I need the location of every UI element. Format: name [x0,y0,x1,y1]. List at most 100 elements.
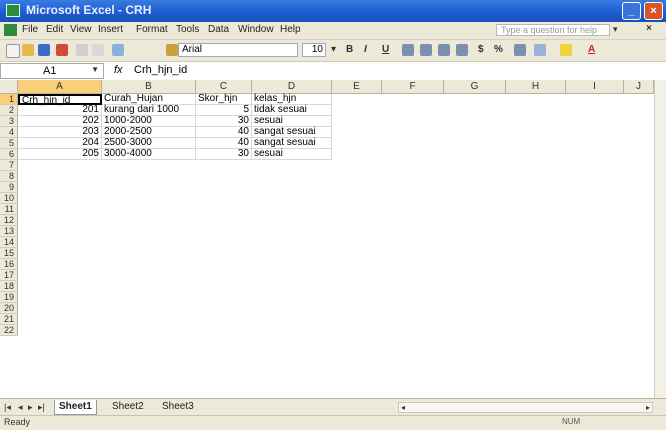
toolbar-options-icon[interactable] [166,44,178,56]
new-icon[interactable] [6,44,20,58]
bold-button[interactable]: B [346,44,353,55]
print-icon[interactable] [56,44,68,56]
fill-color-icon[interactable] [560,44,572,56]
horizontal-scrollbar[interactable]: ◂ ▸ [398,402,653,413]
spreadsheet-grid[interactable]: A B C D E F G H I J 1 2 3 4 5 6 7 8 9 10… [0,80,666,398]
menu-view[interactable]: View [70,24,92,35]
standard-toolbar: Arial 10 ▾ B I U $ % A [0,40,666,62]
column-header-i[interactable]: I [566,80,624,94]
undo-icon[interactable] [76,44,88,56]
menu-bar: File Edit View Insert Format Tools Data … [0,22,666,40]
row-header[interactable]: 16 [0,259,18,270]
row-header[interactable]: 3 [0,116,18,127]
column-header-j[interactable]: J [624,80,654,94]
row-header[interactable]: 12 [0,215,18,226]
column-header-h[interactable]: H [506,80,566,94]
excel-app-icon[interactable] [6,4,20,17]
document-close-icon[interactable]: × [646,23,652,34]
save-icon[interactable] [38,44,50,56]
row-header[interactable]: 2 [0,105,18,116]
vertical-scrollbar[interactable] [654,80,666,398]
cell-b6[interactable]: 3000-4000 [102,149,196,160]
row-header[interactable]: 22 [0,325,18,336]
row-header[interactable]: 19 [0,292,18,303]
menu-tools[interactable]: Tools [176,24,199,35]
first-sheet-icon[interactable]: |◂ [4,402,11,413]
column-header-a[interactable]: A [18,80,102,94]
row-header[interactable]: 14 [0,237,18,248]
redo-icon[interactable] [92,44,104,56]
row-header[interactable]: 10 [0,193,18,204]
column-header-d[interactable]: D [252,80,332,94]
column-header-b[interactable]: B [102,80,196,94]
menu-window[interactable]: Window [238,24,274,35]
row-header[interactable]: 8 [0,171,18,182]
prev-sheet-icon[interactable]: ◂ [18,402,23,413]
column-header-e[interactable]: E [332,80,382,94]
status-num-lock: NUM [562,417,581,426]
currency-button[interactable]: $ [478,44,484,55]
size-dropdown-icon[interactable]: ▾ [331,44,336,55]
row-header[interactable]: 4 [0,127,18,138]
status-bar: Ready NUM [0,415,666,430]
hyperlink-icon[interactable] [112,44,124,56]
last-sheet-icon[interactable]: ▸| [38,402,45,413]
row-header[interactable]: 1 [0,94,18,105]
document-icon[interactable] [4,24,17,36]
help-search-input[interactable]: Type a question for help [496,24,610,36]
borders-icon[interactable] [534,44,546,56]
row-header[interactable]: 7 [0,160,18,171]
underline-button[interactable]: U [382,44,389,55]
scroll-left-icon[interactable]: ◂ [401,403,405,412]
align-right-icon[interactable] [438,44,450,56]
percent-button[interactable]: % [494,44,503,55]
italic-button[interactable]: I [364,44,367,55]
menu-help[interactable]: Help [280,24,301,35]
cell-a6[interactable]: 205 [18,149,102,160]
align-center-icon[interactable] [420,44,432,56]
tab-sheet2[interactable]: Sheet2 [108,400,148,414]
insert-function-icon[interactable]: fx [114,64,123,76]
scroll-right-icon[interactable]: ▸ [646,403,650,412]
name-box-dropdown-icon[interactable]: ▼ [91,65,99,74]
close-button[interactable]: × [644,2,663,20]
select-all-corner[interactable] [0,80,18,94]
row-header[interactable]: 11 [0,204,18,215]
formula-input[interactable]: Crh_hjn_id [134,64,187,76]
column-header-f[interactable]: F [382,80,444,94]
next-sheet-icon[interactable]: ▸ [28,402,33,413]
cell-a1[interactable]: Crh_hjn_id [18,94,102,106]
formula-bar: A1 ▼ fx Crh_hjn_id [0,62,666,81]
cell-c6[interactable]: 30 [196,149,252,160]
font-size-select[interactable]: 10 [302,43,326,57]
row-header[interactable]: 17 [0,270,18,281]
row-header[interactable]: 5 [0,138,18,149]
column-header-g[interactable]: G [444,80,506,94]
menu-format[interactable]: Format [136,24,168,35]
row-header[interactable]: 15 [0,248,18,259]
indent-icon[interactable] [514,44,526,56]
menu-file[interactable]: File [22,24,38,35]
column-header-c[interactable]: C [196,80,252,94]
minimize-button[interactable]: _ [622,2,641,20]
cell-d6[interactable]: sesuai [252,149,332,160]
row-header[interactable]: 9 [0,182,18,193]
row-header[interactable]: 6 [0,149,18,160]
row-header[interactable]: 20 [0,303,18,314]
tab-sheet3[interactable]: Sheet3 [158,400,198,414]
menu-data[interactable]: Data [208,24,229,35]
merge-center-icon[interactable] [456,44,468,56]
menu-edit[interactable]: Edit [46,24,63,35]
row-header[interactable]: 18 [0,281,18,292]
menu-insert[interactable]: Insert [98,24,123,35]
row-header[interactable]: 21 [0,314,18,325]
row-header[interactable]: 13 [0,226,18,237]
window-title: Microsoft Excel - CRH [26,3,152,17]
tab-sheet1[interactable]: Sheet1 [54,400,97,415]
open-folder-icon[interactable] [22,44,34,56]
font-color-icon[interactable]: A [588,44,595,55]
help-dropdown-icon[interactable]: ▾ [613,24,618,35]
font-name-select[interactable]: Arial [178,43,298,57]
align-left-icon[interactable] [402,44,414,56]
name-box[interactable]: A1 ▼ [0,63,104,79]
